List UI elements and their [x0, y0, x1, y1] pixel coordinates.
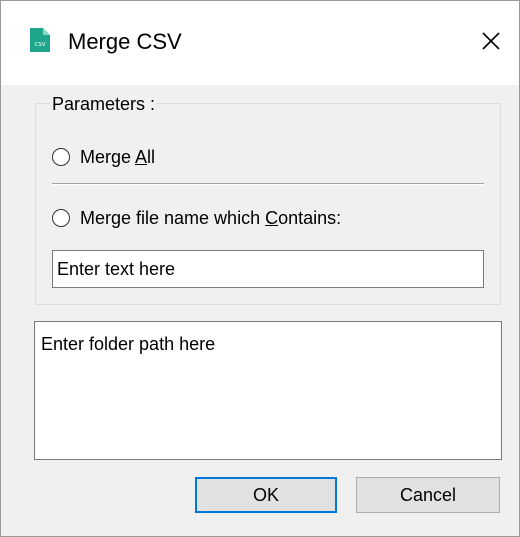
close-button[interactable] [475, 25, 507, 57]
cancel-button[interactable]: Cancel [356, 477, 500, 513]
folder-path-input[interactable] [34, 321, 502, 460]
merge-all-radio[interactable]: Merge All [52, 147, 155, 167]
window-title: Merge CSV [68, 29, 182, 54]
ok-button[interactable]: OK [195, 477, 337, 513]
merge-csv-dialog: CSV Merge CSV Parameters : Merge All Mer… [0, 0, 520, 537]
parameters-group-label: Parameters : [50, 94, 158, 114]
merge-all-radio-circle[interactable] [52, 148, 70, 166]
merge-contains-radio-circle[interactable] [52, 209, 70, 227]
svg-text:CSV: CSV [34, 42, 45, 48]
merge-all-label: Merge All [80, 147, 156, 167]
csv-file-icon: CSV [30, 28, 50, 52]
merge-contains-radio[interactable]: Merge file name which Contains: [52, 208, 341, 228]
group-separator [52, 183, 484, 185]
merge-contains-label: Merge file name which Contains: [80, 208, 342, 228]
close-icon [482, 32, 500, 50]
filename-filter-input[interactable] [52, 250, 484, 288]
title-bar: CSV Merge CSV [1, 1, 519, 85]
